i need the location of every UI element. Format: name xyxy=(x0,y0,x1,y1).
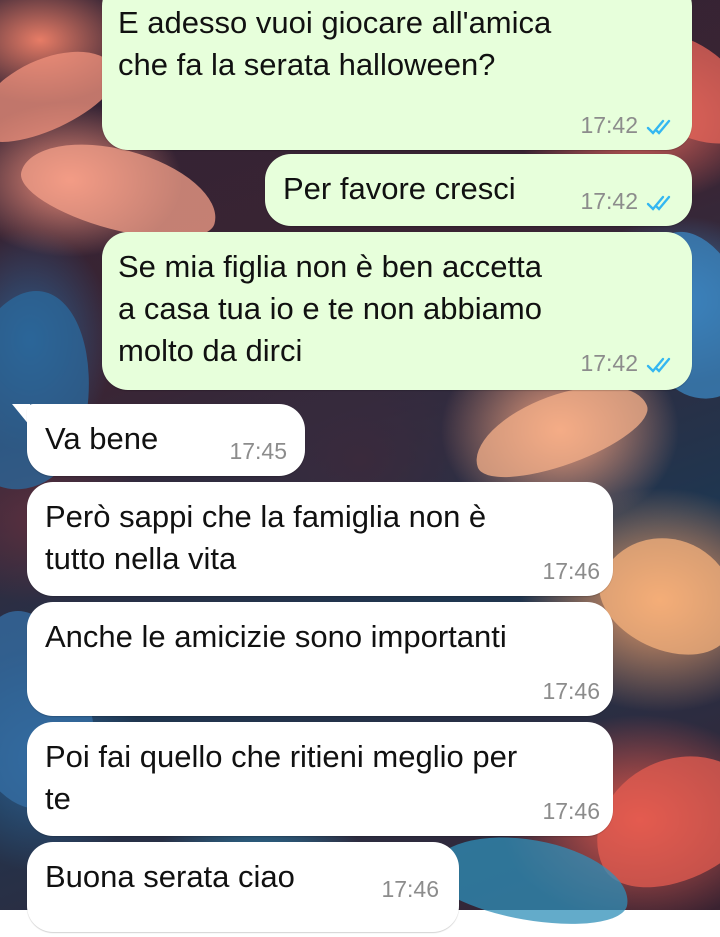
incoming-message[interactable]: Va bene 17:45 xyxy=(27,404,305,476)
message-time: 17:42 xyxy=(580,350,638,376)
incoming-message[interactable]: Anche le amicizie sono importanti 17:46 xyxy=(27,602,613,716)
outgoing-message[interactable]: Se mia figlia non è ben accetta a casa t… xyxy=(102,232,692,390)
message-text: Anche le amicizie sono importanti xyxy=(45,619,507,654)
message-meta: 17:42 xyxy=(580,188,676,214)
message-time: 17:42 xyxy=(580,112,638,138)
message-text: E adesso vuoi giocare all'amica che fa l… xyxy=(118,5,552,82)
message-text: Poi fai quello che ritieni meglio per te xyxy=(45,739,518,816)
message-text: Per favore cresci xyxy=(283,171,516,206)
message-time: 17:46 xyxy=(542,558,600,584)
message-text: Però sappi che la famiglia non è tutto n… xyxy=(45,499,487,576)
message-time: 17:46 xyxy=(542,798,600,824)
outgoing-message[interactable]: Per favore cresci 17:42 xyxy=(265,154,692,226)
double-check-read-icon xyxy=(646,357,671,373)
message-meta: 17:42 xyxy=(580,350,676,376)
message-meta: 17:42 xyxy=(580,112,676,138)
message-text: Va bene xyxy=(45,421,159,456)
message-time: 17:42 xyxy=(580,188,638,214)
message-text: Buona serata ciao xyxy=(45,859,295,894)
double-check-read-icon xyxy=(646,195,671,211)
message-time: 17:46 xyxy=(542,678,600,704)
outgoing-message[interactable]: E adesso vuoi giocare all'amica che fa l… xyxy=(102,0,692,150)
message-time: 17:45 xyxy=(229,438,287,464)
message-text: Se mia figlia non è ben accetta a casa t… xyxy=(118,249,542,368)
incoming-message[interactable]: Poi fai quello che ritieni meglio per te… xyxy=(27,722,613,836)
incoming-message[interactable]: Però sappi che la famiglia non è tutto n… xyxy=(27,482,613,596)
message-time: 17:46 xyxy=(381,876,439,902)
incoming-message[interactable]: Buona serata ciao 17:46 xyxy=(27,842,459,932)
double-check-read-icon xyxy=(646,119,671,135)
